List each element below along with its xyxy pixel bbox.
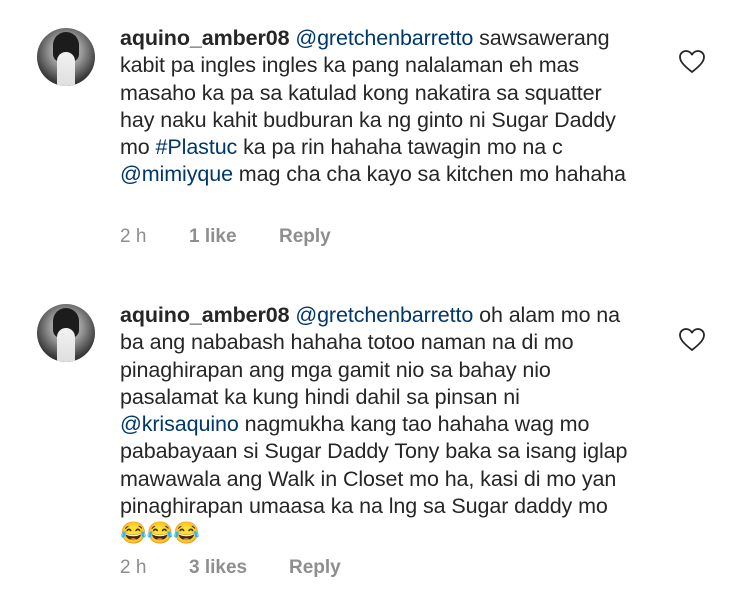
avatar-figure [57, 328, 75, 362]
avatar[interactable] [37, 28, 95, 86]
comment-body-text: mag cha cha kayo sa kitchen mo hahaha [232, 162, 626, 187]
emoji-laughing: 😂😂😂 [120, 521, 201, 546]
comment-username[interactable]: aquino_amber08 [120, 303, 290, 327]
heart-icon[interactable] [679, 328, 705, 352]
avatar[interactable] [37, 304, 95, 362]
comment-body: @gretchenbarretto oh alam mo na ba ang n… [120, 303, 627, 545]
mention-link[interactable]: #Plastuc [156, 135, 238, 159]
comment-likes-link[interactable]: 3 likes [189, 557, 247, 579]
mention-link[interactable]: @gretchenbarretto [295, 26, 473, 50]
reply-button[interactable]: Reply [289, 557, 341, 579]
comment-time: 2 h [120, 226, 147, 247]
comment-body-text: ka pa rin hahaha tawagin mo na c [237, 135, 563, 160]
comment-username[interactable]: aquino_amber08 [120, 26, 290, 50]
comment-text: aquino_amber08 @gretchenbarretto oh alam… [120, 302, 640, 548]
mention-link[interactable]: @krisaquino [120, 412, 239, 436]
comment-body: @gretchenbarretto sawsawerang kabit pa i… [120, 26, 626, 186]
avatar-figure [57, 52, 75, 86]
comment-likes-link[interactable]: 1 like [189, 226, 237, 248]
heart-icon[interactable] [679, 50, 705, 74]
comment-time: 2 h [120, 557, 147, 578]
comment-text: aquino_amber08 @gretchenbarretto sawsawe… [120, 25, 640, 189]
mention-link[interactable]: @mimiyque [120, 162, 233, 186]
reply-button[interactable]: Reply [279, 226, 331, 248]
mention-link[interactable]: @gretchenbarretto [295, 303, 473, 327]
